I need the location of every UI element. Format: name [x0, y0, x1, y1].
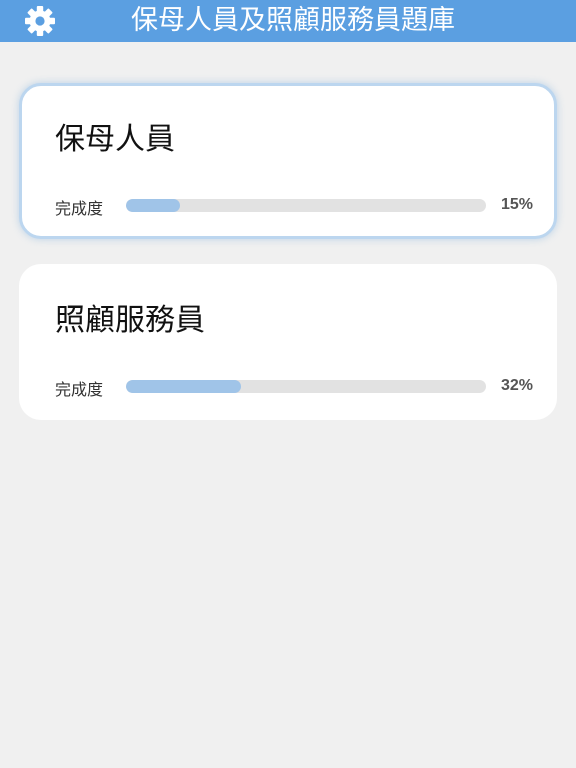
card-title: 照顧服務員 [55, 303, 205, 338]
progress-bar [126, 199, 486, 212]
progress-fill [126, 380, 242, 393]
app-header: 保母人員及照顧服務員題庫 [0, 0, 576, 42]
card-title: 保母人員 [55, 122, 175, 157]
category-card-babysitter[interactable]: 保母人員 完成度 15% [19, 83, 557, 239]
page-title: 保母人員及照顧服務員題庫 [131, 5, 455, 36]
progress-label: 完成度 [55, 199, 104, 218]
category-card-care-worker[interactable]: 照顧服務員 完成度 32% [19, 264, 557, 420]
progress-value: 15% [500, 196, 533, 213]
progress-bar [126, 380, 486, 393]
progress-value: 32% [500, 377, 533, 394]
progress-label: 完成度 [55, 380, 104, 399]
progress-fill [126, 199, 180, 212]
gear-icon[interactable] [24, 5, 56, 37]
